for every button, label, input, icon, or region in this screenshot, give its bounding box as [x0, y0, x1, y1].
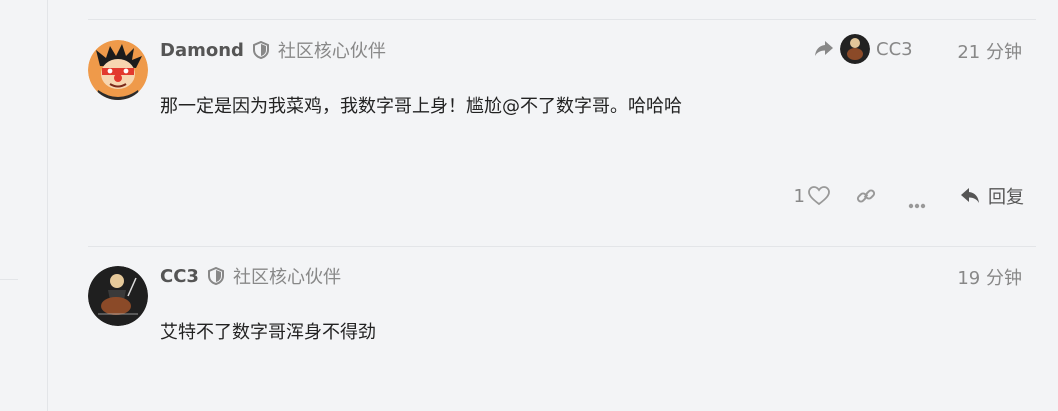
- post-time[interactable]: 21 分钟: [957, 38, 1022, 64]
- copy-link-button[interactable]: [856, 186, 876, 206]
- post-time[interactable]: 19 分钟: [957, 264, 1022, 290]
- left-rail: [0, 0, 48, 411]
- ellipsis-icon: [908, 193, 926, 209]
- avatar-cc3[interactable]: [88, 266, 148, 326]
- left-rail-divider: [0, 279, 18, 280]
- reply-to[interactable]: CC3: [814, 34, 913, 64]
- heart-icon: [808, 186, 830, 206]
- post-meta: CC3 社区核心伙伴: [160, 264, 341, 289]
- post-content: 那一定是因为我菜鸡，我数字哥上身！尴尬@不了数字哥。哈哈哈: [160, 96, 682, 117]
- post-content: 艾特不了数字哥浑身不得劲: [160, 322, 376, 343]
- post-actions: 1 回复: [794, 183, 1024, 209]
- reply-label: 回复: [988, 187, 1024, 208]
- reply-icon: [960, 187, 980, 205]
- top-divider: [88, 19, 1036, 20]
- username[interactable]: CC3: [160, 266, 199, 287]
- post-meta: Damond 社区核心伙伴: [160, 38, 386, 63]
- user-title: 社区核心伙伴: [277, 41, 386, 62]
- shield-icon: [252, 40, 269, 60]
- username[interactable]: Damond: [160, 40, 244, 61]
- reply-to-name: CC3: [876, 38, 913, 60]
- like-button[interactable]: 1: [794, 186, 830, 207]
- more-button[interactable]: [908, 193, 926, 209]
- reply-button[interactable]: 回复: [960, 183, 1024, 209]
- link-icon: [856, 186, 876, 206]
- user-title: 社区核心伙伴: [232, 267, 341, 288]
- avatar-damond[interactable]: [88, 40, 148, 100]
- reply-to-avatar: [840, 34, 870, 64]
- share-arrow-icon: [814, 40, 834, 58]
- like-count: 1: [793, 185, 805, 207]
- post-divider: [88, 246, 1036, 247]
- shield-icon: [207, 266, 224, 286]
